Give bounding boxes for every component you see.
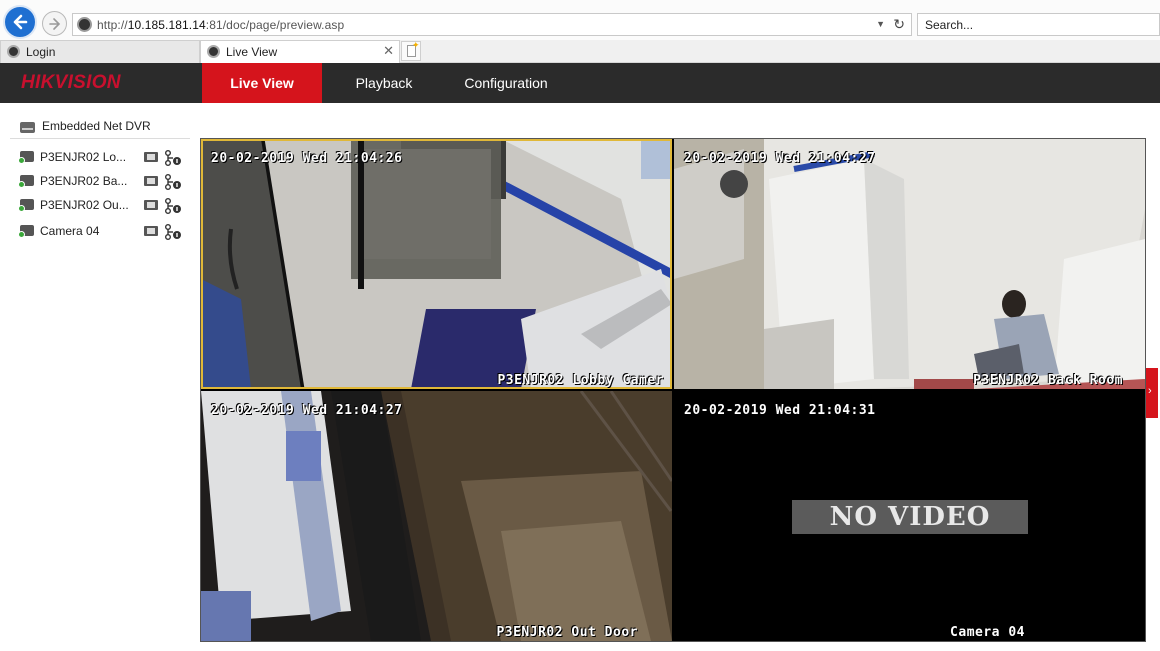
- tab-login[interactable]: Login: [0, 40, 200, 63]
- close-tab-icon[interactable]: ✕: [383, 43, 394, 59]
- hikvision-logo: HIKVISION: [21, 72, 121, 93]
- chevron-right-icon: ›: [1148, 385, 1152, 397]
- ptz-control-icon[interactable]: [164, 150, 182, 166]
- back-room-video-feed: [674, 139, 1145, 389]
- site-favicon-icon: [77, 17, 92, 32]
- camera-icon: [18, 225, 34, 238]
- record-icon[interactable]: [144, 200, 158, 210]
- search-input[interactable]: Search...: [917, 13, 1160, 36]
- camera-item[interactable]: P3ENJR02 Ba...: [18, 171, 190, 191]
- camera-name-overlay: P3ENJR02 Back Room: [973, 373, 1123, 388]
- video-window-back-room[interactable]: 20-02-2019 Wed 21:04:27 P3ENJR02 Back Ro…: [674, 139, 1145, 389]
- app-header: HIKVISION Live View Playback Configurati…: [0, 63, 1160, 103]
- camera-name-overlay: P3ENJR02 Lobby Camer: [497, 373, 664, 388]
- ptz-control-icon[interactable]: [164, 174, 182, 190]
- new-tab-button[interactable]: ✦: [401, 40, 421, 61]
- camera-icon: [18, 199, 34, 212]
- expand-panel-button[interactable]: ›: [1146, 368, 1158, 418]
- tab-label: Live View: [226, 45, 278, 59]
- camera-label: P3ENJR02 Ou...: [40, 198, 129, 212]
- record-icon[interactable]: [144, 152, 158, 162]
- timestamp-overlay: 20-02-2019 Wed 21:04:27: [211, 403, 403, 418]
- url-input[interactable]: http://10.185.181.14:81/doc/page/preview…: [72, 13, 912, 36]
- camera-name-overlay: P3ENJR02 Out Door: [496, 625, 638, 640]
- tab-favicon-icon: [207, 45, 220, 58]
- browser-tab-bar: Login Live View ✕ ✦: [0, 40, 1160, 63]
- arrow-right-icon: [48, 17, 60, 30]
- ptz-control-icon[interactable]: [164, 198, 182, 214]
- camera-icon: [18, 175, 34, 188]
- record-icon[interactable]: [144, 226, 158, 236]
- star-icon: ✦: [412, 40, 420, 50]
- video-window-lobby[interactable]: 20-02-2019 Wed 21:04:26 P3ENJR02 Lobby C…: [201, 139, 672, 389]
- device-label: Embedded Net DVR: [42, 119, 151, 133]
- browser-address-bar: http://10.185.181.14:81/doc/page/preview…: [0, 0, 1160, 44]
- video-grid: 20-02-2019 Wed 21:04:26 P3ENJR02 Lobby C…: [200, 138, 1146, 642]
- nav-playback[interactable]: Playback: [336, 63, 432, 103]
- camera-icon: [18, 151, 34, 164]
- nav-configuration[interactable]: Configuration: [448, 63, 564, 103]
- url-text: http://10.185.181.14:81/doc/page/preview…: [97, 18, 345, 32]
- divider: [10, 138, 190, 139]
- lobby-video-feed: [201, 139, 672, 389]
- search-placeholder: Search...: [925, 18, 974, 32]
- camera-item[interactable]: Camera 04: [18, 221, 190, 241]
- video-window-camera-04[interactable]: 20-02-2019 Wed 21:04:31 NO VIDEO Camera …: [674, 391, 1145, 641]
- camera-name-overlay: Camera 04: [950, 625, 1025, 640]
- dvr-icon: [20, 122, 35, 133]
- refresh-icon[interactable]: ↻: [893, 16, 905, 33]
- timestamp-overlay: 20-02-2019 Wed 21:04:27: [684, 151, 876, 166]
- dropdown-arrow-icon[interactable]: ▼: [876, 19, 885, 29]
- tab-live-view[interactable]: Live View ✕: [200, 40, 400, 63]
- tab-label: Login: [26, 45, 56, 59]
- video-window-out-door[interactable]: 20-02-2019 Wed 21:04:27 P3ENJR02 Out Doo…: [201, 391, 672, 641]
- record-icon[interactable]: [144, 176, 158, 186]
- tab-favicon-icon: [7, 45, 20, 58]
- arrow-left-icon: [13, 14, 28, 30]
- back-button[interactable]: [3, 5, 37, 39]
- no-video-label: NO VIDEO: [792, 500, 1028, 534]
- camera-item[interactable]: P3ENJR02 Lo...: [18, 147, 190, 167]
- timestamp-overlay: 20-02-2019 Wed 21:04:31: [684, 403, 876, 418]
- camera-item[interactable]: P3ENJR02 Ou...: [18, 195, 190, 215]
- camera-label: Camera 04: [40, 224, 100, 238]
- timestamp-overlay: 20-02-2019 Wed 21:04:26: [211, 151, 403, 166]
- camera-label: P3ENJR02 Ba...: [40, 174, 128, 188]
- camera-label: P3ENJR02 Lo...: [40, 150, 127, 164]
- nav-live-view[interactable]: Live View: [202, 63, 322, 103]
- ptz-control-icon[interactable]: [164, 224, 182, 240]
- forward-button[interactable]: [42, 11, 67, 36]
- out-door-video-feed: [201, 391, 672, 641]
